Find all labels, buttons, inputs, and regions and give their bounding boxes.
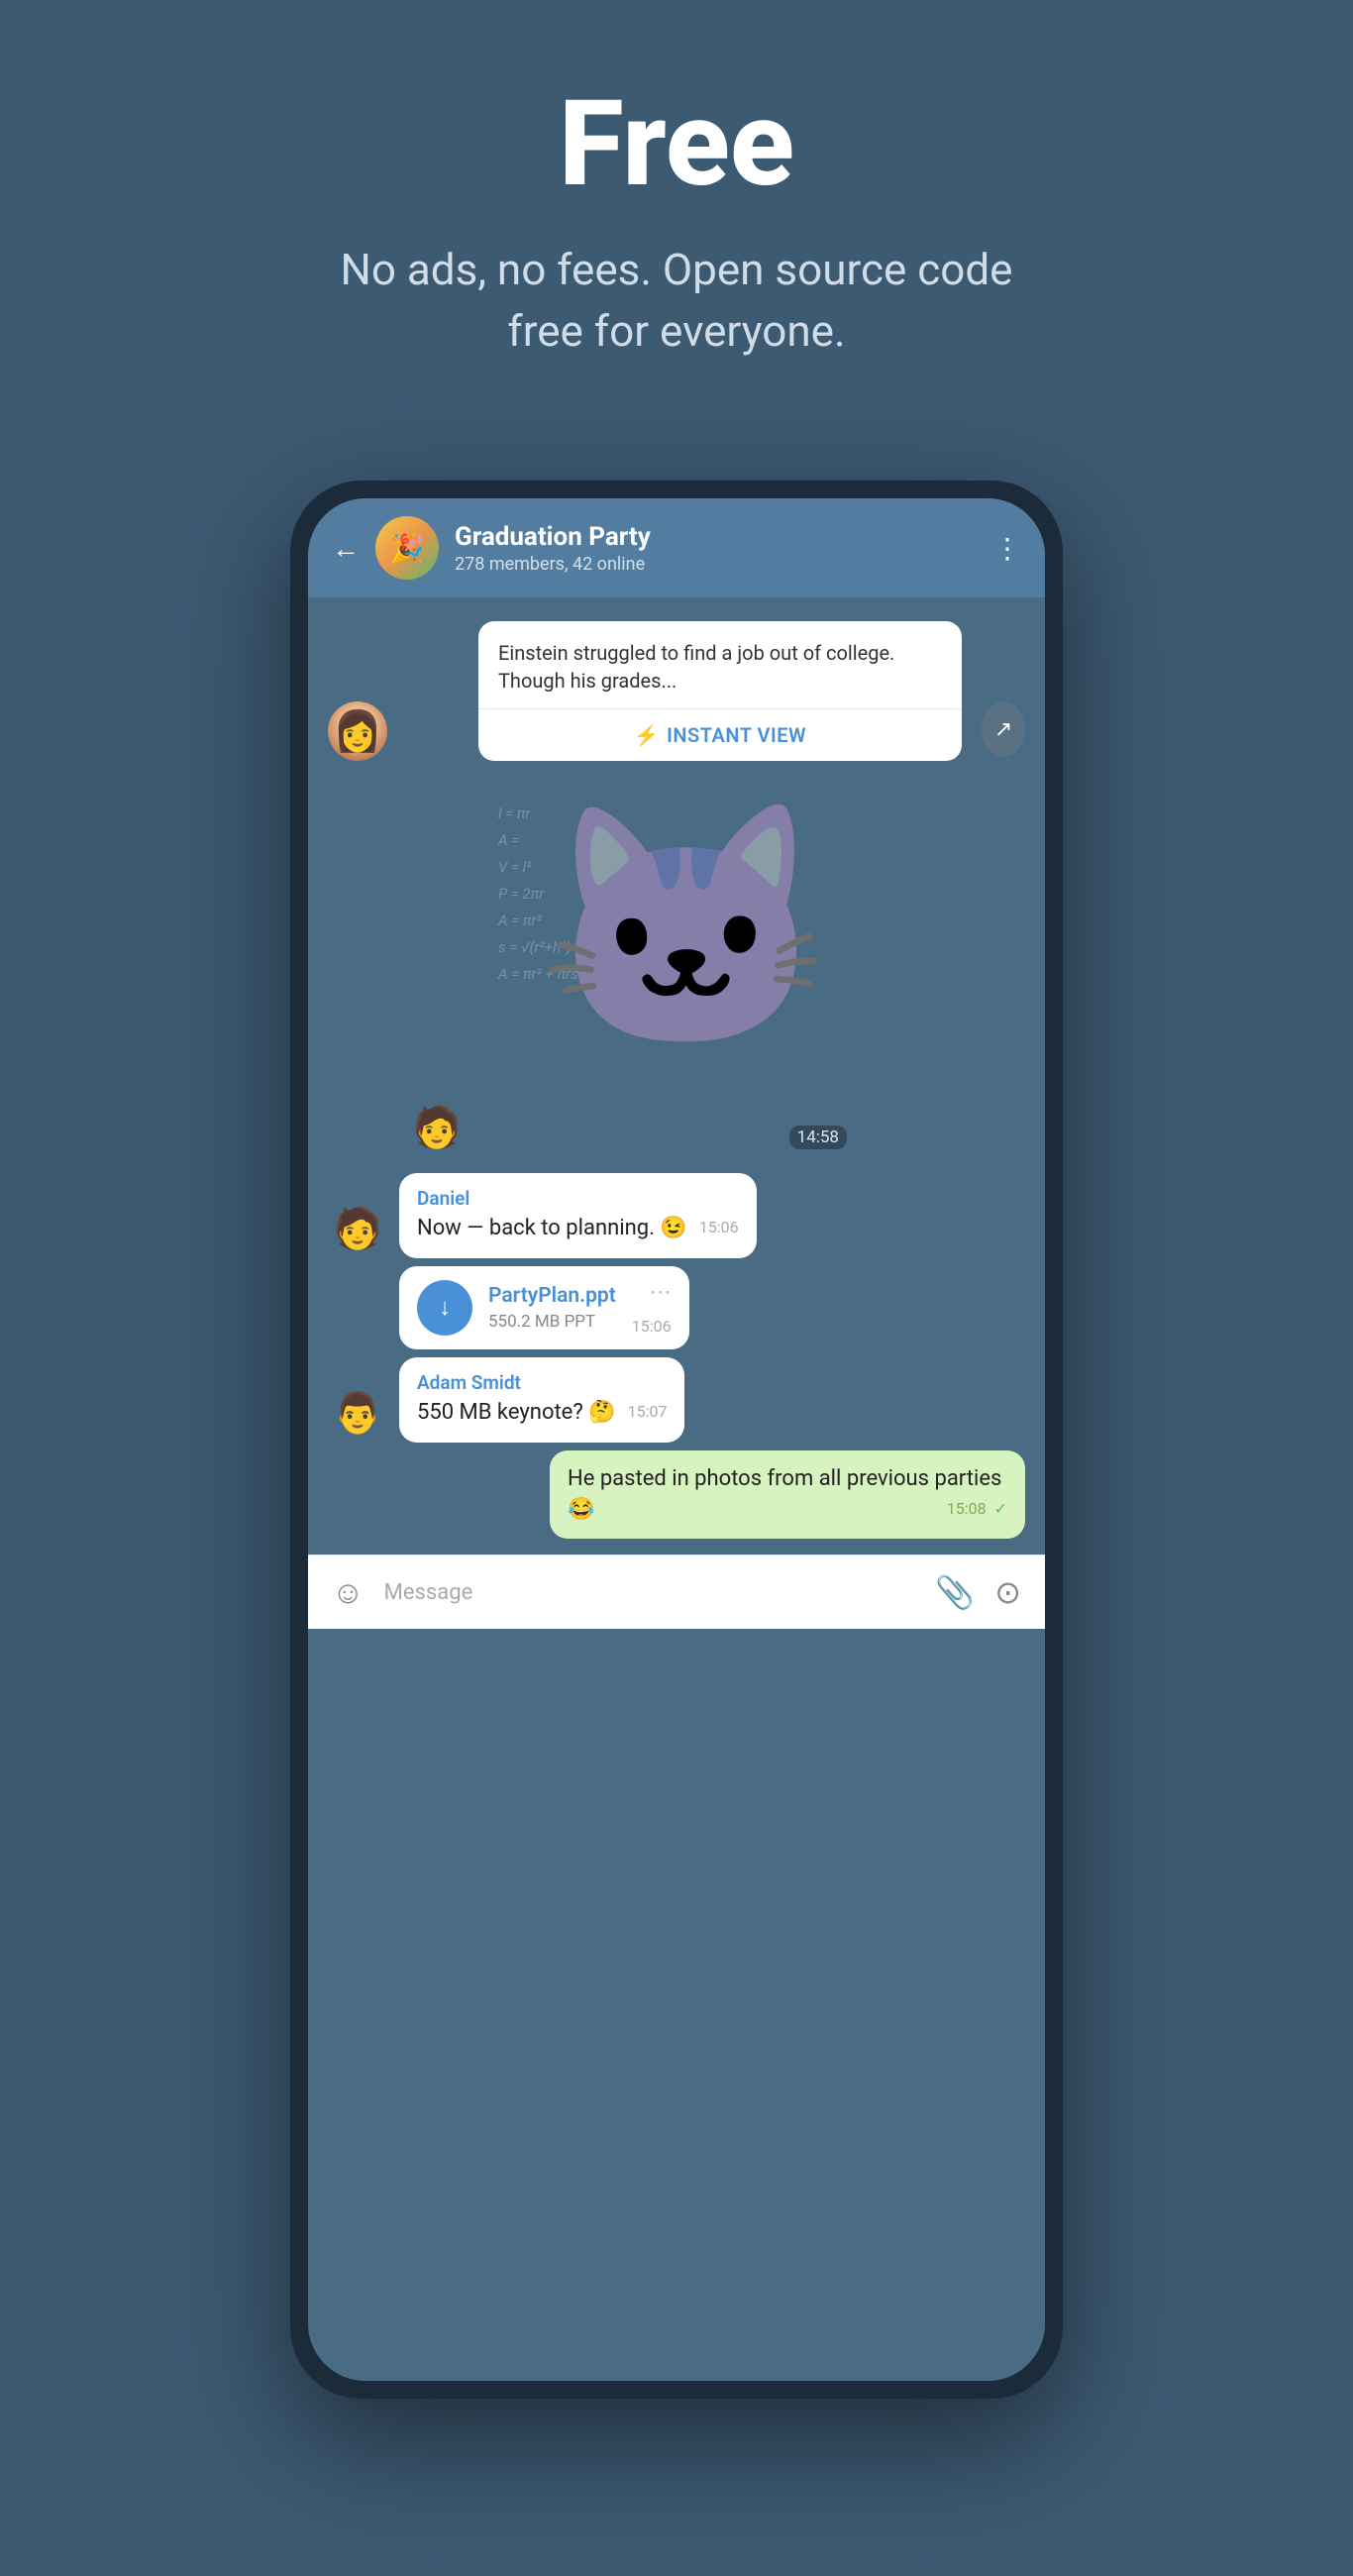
bubble-time-adam: 15:07 bbox=[628, 1402, 668, 1421]
sticker-area: l = πr A = V = l² P = 2πr A = πr² s = √(… bbox=[407, 781, 1025, 1157]
article-content: Einstein struggled to find a job out of … bbox=[478, 621, 962, 708]
bubble-sender-daniel: Daniel bbox=[417, 1187, 739, 1210]
sticker-container: l = πr A = V = l² P = 2πr A = πr² s = √(… bbox=[478, 781, 855, 1157]
phone-inner: ← 🎉 Graduation Party 278 members, 42 onl… bbox=[308, 498, 1045, 2381]
bubble-text-adam: 550 MB keynote? 🤔 bbox=[417, 1400, 616, 1425]
messages-area: Einstein struggled to find a job out of … bbox=[308, 597, 1045, 1555]
phone-mockup: ← 🎉 Graduation Party 278 members, 42 onl… bbox=[290, 481, 1063, 2399]
file-time: 15:06 bbox=[632, 1317, 672, 1336]
avatar-girl bbox=[328, 701, 387, 761]
message-row-daniel: Daniel Now — back to planning. 😉 15:06 bbox=[328, 1173, 1025, 1258]
cat-sticker: 🐱 bbox=[538, 810, 834, 1048]
emoji-icon[interactable]: ☺ bbox=[332, 1573, 364, 1611]
message-row-sent: He pasted in photos from all previous pa… bbox=[328, 1450, 1025, 1540]
bubble-sent: He pasted in photos from all previous pa… bbox=[550, 1450, 1025, 1540]
article-message: Einstein struggled to find a job out of … bbox=[478, 621, 962, 761]
avatar-daniel bbox=[328, 1199, 387, 1258]
bubble-sender-adam: Adam Smidt bbox=[417, 1371, 667, 1394]
file-info: PartyPlan.ppt 550.2 MB PPT bbox=[488, 1284, 616, 1332]
chat-body: Einstein struggled to find a job out of … bbox=[308, 597, 1045, 2381]
more-button[interactable]: ⋮ bbox=[993, 532, 1021, 565]
group-avatar: 🎉 bbox=[375, 516, 439, 580]
message-row-adam: Adam Smidt 550 MB keynote? 🤔 15:07 bbox=[328, 1357, 1025, 1443]
checkmark-icon: ✓ bbox=[994, 1499, 1007, 1518]
sticker-time: 14:58 bbox=[789, 1126, 847, 1149]
instant-view-label: INSTANT VIEW bbox=[667, 723, 806, 747]
bubble-time-daniel: 15:06 bbox=[699, 1218, 739, 1236]
bubble-adam: Adam Smidt 550 MB keynote? 🤔 15:07 bbox=[399, 1357, 684, 1443]
avatar-guy1 bbox=[407, 1098, 467, 1157]
file-name: PartyPlan.ppt bbox=[488, 1284, 616, 1308]
article-text: Einstein struggled to find a job out of … bbox=[498, 639, 942, 695]
avatar-adam bbox=[328, 1383, 387, 1443]
chat-meta: 278 members, 42 online bbox=[455, 554, 978, 575]
bubble-text-sent: He pasted in photos from all previous pa… bbox=[568, 1466, 1001, 1522]
hero-section: Free No ads, no fees. Open source code f… bbox=[0, 0, 1353, 421]
back-button[interactable]: ← bbox=[332, 532, 360, 565]
bottom-bar: ☺ Message 📎 ⊙ bbox=[308, 1555, 1045, 1629]
bubble-daniel: Daniel Now — back to planning. 😉 15:06 bbox=[399, 1173, 757, 1258]
article-message-row: Einstein struggled to find a job out of … bbox=[328, 613, 1025, 761]
camera-icon[interactable]: ⊙ bbox=[994, 1573, 1021, 1611]
instant-view-button[interactable]: ⚡ INSTANT VIEW bbox=[478, 708, 962, 761]
share-button[interactable]: ↗ bbox=[982, 701, 1025, 757]
attach-icon[interactable]: 📎 bbox=[935, 1573, 975, 1611]
hero-subtitle: No ads, no fees. Open source code free f… bbox=[320, 240, 1033, 362]
file-options-icon[interactable]: ⋯ bbox=[650, 1280, 672, 1305]
bubble-time-sent: 15:08 ✓ bbox=[947, 1499, 1007, 1518]
message-input[interactable]: Message bbox=[384, 1580, 916, 1605]
download-button[interactable]: ↓ bbox=[417, 1280, 472, 1336]
hero-title: Free bbox=[559, 79, 794, 210]
file-bubble: ↓ PartyPlan.ppt 550.2 MB PPT ⋯ 15:06 bbox=[399, 1266, 689, 1349]
phone-outer: ← 🎉 Graduation Party 278 members, 42 onl… bbox=[290, 481, 1063, 2399]
lightning-icon: ⚡ bbox=[634, 723, 659, 747]
file-size: 550.2 MB PPT bbox=[488, 1312, 616, 1332]
chat-name: Graduation Party bbox=[455, 522, 978, 552]
message-row-file: ↓ PartyPlan.ppt 550.2 MB PPT ⋯ 15:06 bbox=[328, 1266, 1025, 1349]
chat-header: ← 🎉 Graduation Party 278 members, 42 onl… bbox=[308, 498, 1045, 597]
bubble-text-daniel: Now — back to planning. 😉 bbox=[417, 1216, 687, 1240]
chat-info: Graduation Party 278 members, 42 online bbox=[455, 522, 978, 575]
